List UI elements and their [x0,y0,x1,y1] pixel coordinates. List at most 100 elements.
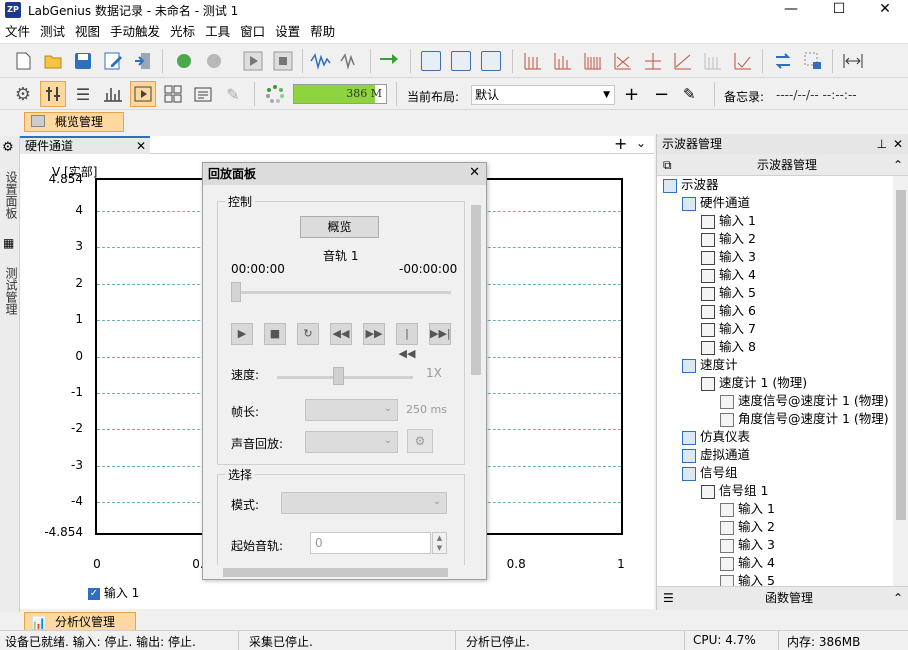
close-icon[interactable]: ✕ [136,138,146,154]
playback-hscrollbar[interactable] [203,565,468,579]
tree-item[interactable]: 输入 4 [701,266,756,284]
skip-forward-button[interactable]: ▶▶| [429,323,451,345]
chevron-down-icon[interactable]: ⌄ [636,136,646,150]
tree-item[interactable]: 速度计 1 (物理) [701,374,807,392]
fast-forward-button[interactable]: ▶▶ [363,323,385,345]
add-tab-button[interactable]: + [614,134,627,153]
loop-button[interactable]: ↻ [297,323,319,345]
save-button[interactable] [70,48,96,74]
hscrollbar-thumb[interactable] [223,568,448,577]
close-icon[interactable]: ✕ [469,165,480,180]
close-button[interactable]: ✕ [862,0,908,20]
tree-scrollbar[interactable] [893,176,908,586]
waveform-settings-button[interactable] [338,48,364,74]
tree-item[interactable]: 输入 7 [701,320,756,338]
chart-tool-5-button[interactable] [640,48,666,74]
list-view-button[interactable]: ☰ [70,81,96,107]
chart-tool-6-button[interactable] [670,48,696,74]
layout-select[interactable]: 默认 ▼ [471,85,615,105]
tree-item[interactable]: 输入 3 [720,536,775,554]
chart-tool-3-button[interactable] [580,48,606,74]
tab-test-management[interactable]: 测试管理 [0,254,20,328]
function-management-tab[interactable]: ☰ 函数管理 ⌃ [657,586,908,610]
channel-view-button[interactable] [40,81,66,107]
tree-item[interactable]: 输入 1 [701,212,756,230]
overview-button[interactable]: 概览 [300,216,379,238]
menu-cursor[interactable]: 光标 [165,20,200,44]
tree-item[interactable]: 信号组 [682,464,738,482]
mode-select[interactable]: ⌄ [281,492,447,514]
start-track-input[interactable]: 0 [310,532,431,554]
menu-view[interactable]: 视图 [70,20,105,44]
fit-width-button[interactable] [840,48,866,74]
tree-item[interactable]: 输入 6 [701,302,756,320]
tree-item[interactable]: 输入 4 [720,554,775,572]
frame-select[interactable]: ⌄ [305,399,398,421]
tree-item[interactable]: 输入 1 [720,500,775,518]
menu-help[interactable]: 帮助 [305,20,340,44]
play-button[interactable] [240,48,266,74]
tree-item[interactable]: 速度计 [682,356,738,374]
chart-tool-2-button[interactable] [550,48,576,74]
tab-overview-management[interactable]: 概览管理 [24,112,124,132]
legend-checkbox[interactable]: ✓ [88,587,100,600]
tree-item[interactable]: 输入 8 [701,338,756,356]
new-file-button[interactable] [10,48,36,74]
annotate-button[interactable]: ✎ [220,81,246,107]
tree-item[interactable]: 输入 2 [720,518,775,536]
tree-item[interactable]: 硬件通道 [682,194,750,212]
tree-item[interactable]: 输入 3 [701,248,756,266]
play-button[interactable]: ▶ [231,323,253,345]
tab-settings-panel[interactable]: 设置面板 [0,158,20,232]
tree-item[interactable]: 速度信号@速度计 1 (物理) [720,392,889,410]
settings-button[interactable]: ⚙ [10,81,36,107]
tree-item[interactable]: 输入 5 [720,572,775,586]
playback-scrollbar[interactable] [468,187,484,565]
menu-window[interactable]: 窗口 [235,20,270,44]
menu-test[interactable]: 测试 [35,20,70,44]
chart-tool-8-button[interactable] [730,48,756,74]
tab-analyzer-management[interactable]: 📊 分析仪管理 [24,612,136,632]
grid-view-button[interactable] [160,81,186,107]
start-track-stepper[interactable]: ▲ ▼ [432,532,447,554]
tree-item[interactable]: 信号组 1 [701,482,768,500]
open-file-button[interactable] [40,48,66,74]
chart-tool-4-button[interactable] [610,48,636,74]
tree-item[interactable]: 角度信号@速度计 1 (物理) [720,410,889,428]
rewind-button[interactable]: ◀◀ [330,323,352,345]
menu-file[interactable]: 文件 [0,20,35,44]
tree-item[interactable]: 输入 5 [701,284,756,302]
skip-back-button[interactable]: |◀◀ [396,323,418,360]
layout-3-button[interactable] [478,48,504,74]
chart-tool-7-button[interactable] [700,48,726,74]
add-layout-button[interactable]: + [624,84,639,105]
edit-button[interactable] [100,48,126,74]
chevron-up-icon[interactable]: ⌃ [893,587,903,609]
waveform-button[interactable] [308,48,334,74]
scrollbar-thumb[interactable] [471,205,481,375]
stop-button[interactable]: ■ [264,323,286,345]
remove-layout-button[interactable]: − [654,84,669,105]
speed-slider-thumb[interactable] [333,367,344,385]
layout-2-button[interactable] [448,48,474,74]
scrollbar-thumb[interactable] [896,190,906,520]
tree-item[interactable]: 输入 2 [701,230,756,248]
position-slider-thumb[interactable] [231,282,241,302]
menu-manual-trigger[interactable]: 手动触发 [105,20,165,44]
card-view-button[interactable] [190,81,216,107]
rename-layout-button[interactable]: ✎ [683,85,696,103]
menu-settings[interactable]: 设置 [270,20,305,44]
close-icon[interactable]: ✕ [893,134,903,154]
stop-run-button[interactable] [202,48,228,74]
menu-tools[interactable]: 工具 [200,20,235,44]
position-slider-track[interactable] [231,291,451,294]
tree-item[interactable]: 仿真仪表 [682,428,750,446]
layout-1-button[interactable] [418,48,444,74]
chart-tool-1-button[interactable] [520,48,546,74]
exit-button[interactable] [130,48,156,74]
audio-select[interactable]: ⌄ [305,431,398,453]
run-button[interactable] [172,48,198,74]
tab-hardware-channel[interactable]: 硬件通道 ✕ [20,136,150,154]
minimize-button[interactable]: — [768,0,814,20]
transfer-button[interactable] [376,48,402,74]
